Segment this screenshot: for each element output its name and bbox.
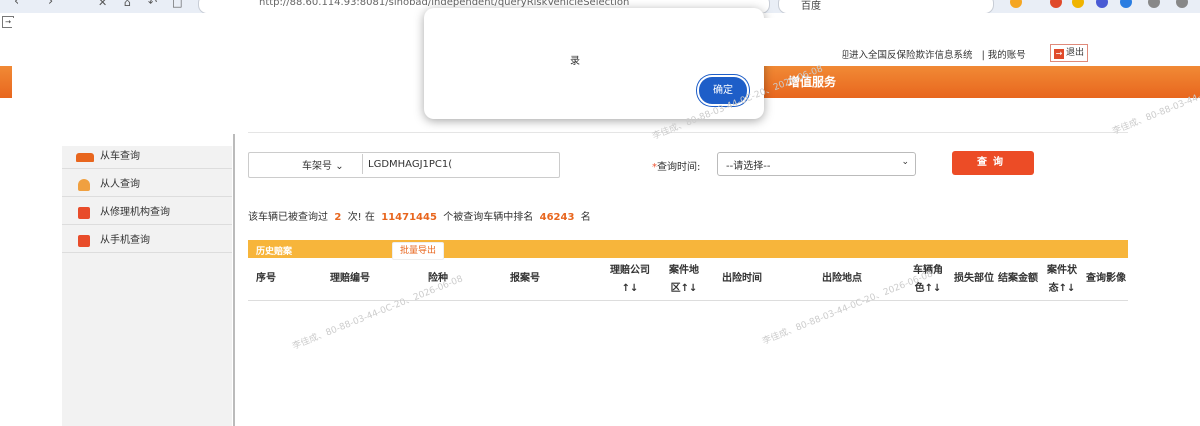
divider xyxy=(248,132,1128,133)
close-icon[interactable]: ✕ xyxy=(98,0,107,9)
welcome-text: 欢迎进入全国反保险欺诈信息系统 xyxy=(830,50,973,61)
vin-input[interactable] xyxy=(362,154,488,174)
redaction-block xyxy=(424,18,842,66)
menu-icon[interactable] xyxy=(1176,0,1188,8)
field-type-value: 车架号 xyxy=(302,161,332,172)
browser-search-box[interactable]: 百度 xyxy=(778,0,994,13)
logout-icon: → xyxy=(1054,49,1064,59)
col-company[interactable]: 理赔公司 ↑↓ xyxy=(608,262,652,298)
sidebar-item-label: 从人查询 xyxy=(100,179,140,190)
col-images: 查询影像 xyxy=(1086,273,1126,284)
phone-icon xyxy=(78,235,90,247)
car-icon xyxy=(76,153,94,162)
query-time-value: --请选择-- xyxy=(726,161,771,172)
query-count: 2 xyxy=(334,212,342,223)
col-settlement: 结案金额 xyxy=(998,273,1038,284)
extension-icon[interactable] xyxy=(1072,0,1084,8)
download-icon[interactable] xyxy=(1148,0,1160,8)
col-region[interactable]: 案件地 区↑↓ xyxy=(662,262,706,298)
query-time-text: 查询时间: xyxy=(657,162,701,173)
sidebar-item-vehicle[interactable]: 从车查询 xyxy=(62,146,232,169)
url-text: http://88.60.114.93:8081/sinobad/indepen… xyxy=(259,0,630,8)
table-header: 序号 理赔编号 险种 报案号 理赔公司 ↑↓ 案件地 区↑↓ 出险时间 出险地点… xyxy=(248,258,1128,301)
history-tab[interactable]: 历史赔案 xyxy=(256,244,292,257)
dialog-message: 录 xyxy=(570,56,580,67)
query-button[interactable]: 查询 xyxy=(952,151,1034,175)
field-type-select[interactable]: 车架号 ⌄ xyxy=(302,157,344,172)
col-damage-part: 损失部位 xyxy=(954,273,994,284)
sidebar-item-label: 从修理机构查询 xyxy=(100,207,170,218)
chevron-down-icon: ⌄ xyxy=(901,157,909,167)
logout-button[interactable]: → 退出 xyxy=(1050,44,1089,62)
extension-icon[interactable] xyxy=(1120,0,1132,8)
sidebar-item-label: 从手机查询 xyxy=(100,235,150,246)
extension-icon[interactable] xyxy=(1096,0,1108,8)
col-index: 序号 xyxy=(256,273,276,284)
extension-icon[interactable] xyxy=(1050,0,1062,8)
logout-label: 退出 xyxy=(1066,48,1085,58)
person-icon xyxy=(78,179,90,191)
my-account-link[interactable]: 我的账号 xyxy=(988,50,1026,61)
sidebar-item-label: 从车查询 xyxy=(100,151,140,162)
sidebar-item-phone[interactable]: 从手机查询 xyxy=(62,230,232,253)
col-accident-place: 出险地点 xyxy=(822,273,862,284)
stats-mid: 次! 在 xyxy=(347,212,375,223)
content-divider xyxy=(233,134,235,426)
query-stats: 该车辆已被查询过 2 次! 在 11471445 个被查询车辆中排名 46243… xyxy=(248,208,591,223)
col-report-no: 报案号 xyxy=(510,273,540,284)
col-case-status[interactable]: 案件状 态↑↓ xyxy=(1042,262,1082,298)
bookmark-icon[interactable]: □ xyxy=(172,0,182,9)
query-time-label: *查询时间: xyxy=(652,158,700,173)
query-time-select[interactable]: --请选择-- ⌄ xyxy=(717,152,916,176)
total-vehicles: 11471445 xyxy=(381,212,437,223)
repair-shop-icon xyxy=(78,207,90,219)
top-links: 欢迎进入全国反保险欺诈信息系统 | 我的账号 xyxy=(830,50,1026,61)
stats-suffix: 名 xyxy=(580,212,591,223)
home-icon[interactable]: ⌂ xyxy=(124,0,131,9)
extension-icon[interactable] xyxy=(1010,0,1022,8)
sidebar-item-person[interactable]: 从人查询 xyxy=(62,174,232,197)
back-icon[interactable]: ‹ xyxy=(14,0,19,9)
sidebar-item-repair[interactable]: 从修理机构查询 xyxy=(62,202,232,225)
undo-icon[interactable]: ↶ xyxy=(148,0,157,9)
stats-prefix: 该车辆已被查询过 xyxy=(248,212,328,223)
forward-icon[interactable]: › xyxy=(48,0,53,9)
rank-value: 46243 xyxy=(539,212,575,223)
stats-mid2: 个被查询车辆中排名 xyxy=(443,212,534,223)
chevron-down-icon: ⌄ xyxy=(335,161,344,172)
search-text: 百度 xyxy=(801,1,821,12)
history-tab-bar xyxy=(248,240,1128,258)
col-claim-no: 理赔编号 xyxy=(330,273,370,284)
col-accident-time: 出险时间 xyxy=(722,273,762,284)
